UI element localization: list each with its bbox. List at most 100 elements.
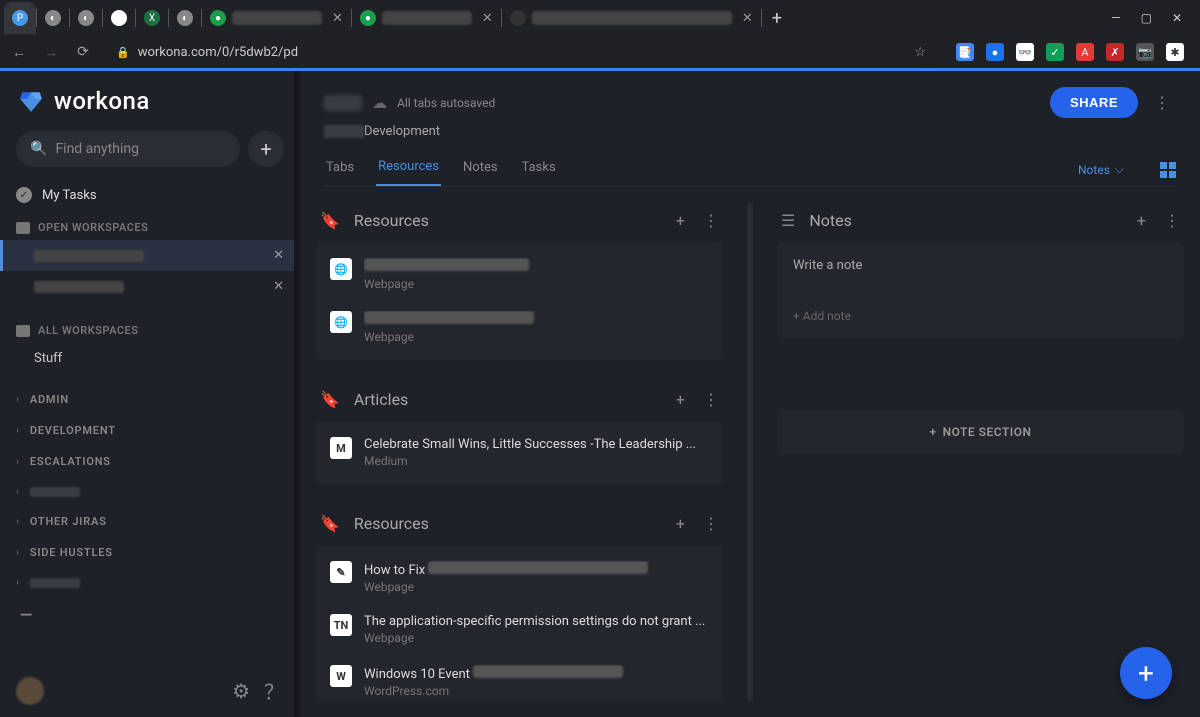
favicon: ◐ — [45, 10, 61, 26]
resource-source: Medium — [364, 454, 709, 468]
more-icon[interactable]: ⋮ — [703, 390, 719, 409]
browser-tab[interactable]: X — [136, 2, 168, 34]
collapse-icon[interactable]: — — [0, 597, 300, 632]
close-icon[interactable]: ✕ — [742, 11, 753, 26]
browser-tab[interactable]: ◐ — [70, 2, 102, 34]
grid-view-icon[interactable] — [1160, 162, 1176, 178]
sidebar-category[interactable]: › — [0, 477, 300, 506]
help-icon[interactable]: ？ — [264, 676, 284, 705]
tab-resources[interactable]: Resources — [376, 153, 441, 186]
search-input[interactable]: 🔍 Find anything — [16, 131, 240, 167]
sidebar-footer: ⚙ ？ — [0, 664, 300, 717]
extension-icon[interactable]: 📑 — [956, 43, 974, 61]
extension-icon[interactable]: A — [1076, 43, 1094, 61]
sidebar-category[interactable]: ›SIDE HUSTLES — [0, 537, 300, 568]
add-note-link[interactable]: + Add note — [793, 309, 1168, 323]
new-tab-button[interactable]: + — [762, 8, 792, 29]
browser-tab[interactable]: ◐ — [169, 2, 201, 34]
tab-tabs[interactable]: Tabs — [324, 154, 356, 185]
reload-button[interactable]: ⟳ — [72, 44, 94, 60]
search-placeholder: Find anything — [55, 141, 139, 157]
workspace-prefix-redacted — [324, 125, 364, 138]
address-bar[interactable]: 🔒 workona.com/0/r5dwb2/pd ☆ — [104, 38, 938, 66]
notes-dropdown[interactable]: Notes⌵ — [1078, 162, 1124, 177]
resource-title: The application-specific permission sett… — [364, 614, 709, 629]
extension-icon[interactable]: ● — [986, 43, 1004, 61]
favicon: ● — [360, 10, 376, 26]
tab-title-redacted — [532, 11, 732, 25]
resource-item[interactable]: 🌐Webpage — [316, 301, 723, 354]
add-icon[interactable]: + — [676, 514, 685, 533]
gear-icon[interactable]: ⚙ — [232, 679, 250, 703]
add-icon[interactable]: + — [676, 390, 685, 409]
browser-tab[interactable]: ◐ — [37, 2, 69, 34]
chevron-icon: › — [16, 394, 20, 405]
sidebar-category[interactable]: ›ADMIN — [0, 384, 300, 415]
sidebar-category[interactable]: › — [0, 568, 300, 597]
tab-tasks[interactable]: Tasks — [520, 154, 558, 185]
more-icon[interactable]: ⋮ — [1148, 93, 1176, 112]
tab-title-redacted — [232, 11, 322, 25]
browser-tab[interactable]: P — [4, 2, 36, 34]
extension-icon[interactable]: 📷 — [1136, 43, 1154, 61]
favicon: G — [111, 10, 127, 26]
workspace-item[interactable]: ✕ — [0, 240, 300, 271]
note-input[interactable]: Write a note + Add note — [777, 242, 1184, 339]
more-icon[interactable]: ⋮ — [703, 514, 719, 533]
sidebar-mytasks[interactable]: ✓ My Tasks — [0, 179, 300, 211]
resource-item[interactable]: 🌐Webpage — [316, 248, 723, 301]
share-button[interactable]: SHARE — [1050, 87, 1138, 118]
workspace-name-redacted — [34, 250, 144, 262]
back-button[interactable]: ← — [8, 44, 30, 61]
bookmark-icon: 🔖 — [320, 514, 340, 533]
browser-tab[interactable]: ●✕ — [202, 2, 351, 34]
more-icon[interactable]: ⋮ — [1164, 211, 1180, 230]
sidebar-resize-handle[interactable] — [294, 71, 300, 717]
bookmark-star-icon[interactable]: ☆ — [914, 45, 926, 60]
resource-source: Webpage — [364, 580, 709, 594]
add-note-section-button[interactable]: +NOTE SECTION — [777, 409, 1184, 455]
fab-add-button[interactable]: + — [1120, 647, 1172, 699]
resource-favicon: 🌐 — [330, 311, 352, 333]
category-label-redacted — [30, 578, 80, 588]
add-icon[interactable]: + — [676, 211, 685, 230]
maximize-icon[interactable]: ▢ — [1141, 11, 1152, 25]
close-icon[interactable]: ✕ — [332, 11, 343, 26]
add-icon[interactable]: + — [1137, 211, 1146, 230]
logo[interactable]: workona — [0, 71, 300, 131]
browser-tab[interactable]: ●✕ — [352, 2, 501, 34]
resource-item[interactable]: ✎How to Fix Webpage — [316, 551, 723, 604]
close-icon[interactable]: ✕ — [1172, 11, 1182, 25]
minimize-icon[interactable]: — — [1111, 11, 1120, 25]
browser-tab[interactable]: G — [103, 2, 135, 34]
avatar[interactable] — [16, 677, 44, 705]
close-icon[interactable]: ✕ — [273, 279, 284, 294]
extension-icon[interactable]: ✱ — [1166, 43, 1184, 61]
sidebar-category[interactable]: › OTHER JIRAS — [0, 506, 300, 537]
category-label: OTHER JIRAS — [30, 515, 107, 528]
workspace-item[interactable]: ✕ — [0, 271, 300, 302]
forward-button[interactable]: → — [40, 44, 62, 61]
resource-title: Celebrate Small Wins, Little Successes -… — [364, 437, 709, 452]
close-icon[interactable]: ✕ — [273, 248, 284, 263]
sidebar-category[interactable]: ›DEVELOPMENT — [0, 415, 300, 446]
add-button[interactable]: + — [248, 131, 284, 167]
extension-icon[interactable]: ✓ — [1046, 43, 1064, 61]
favicon: ◐ — [78, 10, 94, 26]
workspace-item[interactable]: Stuff — [0, 343, 300, 374]
extension-icon[interactable]: 👓 — [1016, 43, 1034, 61]
more-icon[interactable]: ⋮ — [703, 211, 719, 230]
notes-column: ☰ Notes + ⋮ Write a note + Add note +NOT… — [759, 203, 1184, 701]
favicon: X — [144, 10, 160, 26]
resource-item[interactable]: MCelebrate Small Wins, Little Successes … — [316, 427, 723, 478]
tab-notes[interactable]: Notes — [461, 154, 500, 185]
browser-tab[interactable]: ✕ — [502, 2, 761, 34]
resource-item[interactable]: WWindows 10 Event WordPress.com — [316, 655, 723, 701]
chevron-icon: › — [16, 516, 20, 527]
resource-item[interactable]: TNThe application-specific permission se… — [316, 604, 723, 655]
close-icon[interactable]: ✕ — [482, 11, 493, 26]
chevron-icon: › — [16, 547, 20, 558]
sidebar-category[interactable]: ›ESCALATIONS — [0, 446, 300, 477]
extension-icon[interactable]: ✗ — [1106, 43, 1124, 61]
column-divider[interactable] — [747, 203, 753, 701]
